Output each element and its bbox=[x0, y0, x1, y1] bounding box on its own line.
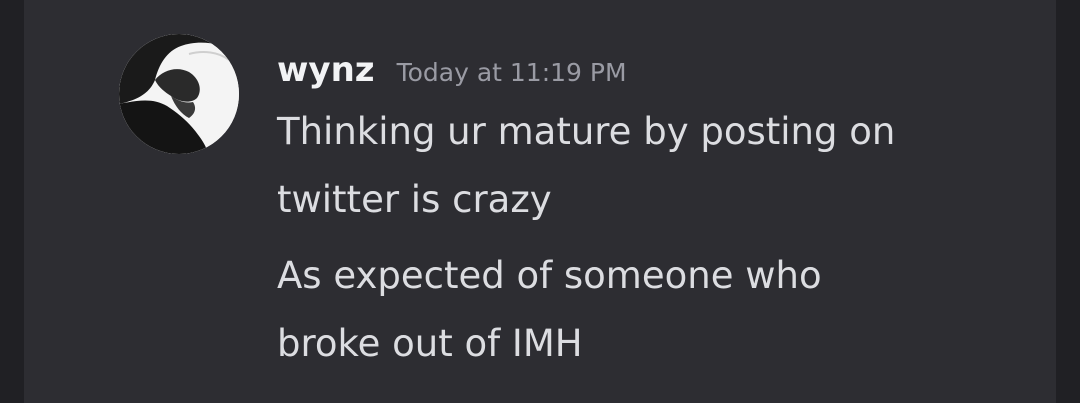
avatar[interactable] bbox=[119, 34, 239, 154]
message-text-line-3: As expected of someone who bbox=[277, 254, 822, 297]
message-text-line-1: Thinking ur mature by posting on bbox=[277, 110, 896, 153]
message-header: wynz Today at 11:19 PM bbox=[277, 50, 627, 94]
timestamp[interactable]: Today at 11:19 PM bbox=[397, 58, 627, 87]
message-group[interactable]: wynz Today at 11:19 PM Thinking ur mature… bbox=[24, 0, 1056, 403]
avatar-image bbox=[119, 34, 239, 154]
message-text-line-4: broke out of IMH bbox=[277, 322, 583, 365]
chat-window: wynz Today at 11:19 PM Thinking ur mature… bbox=[0, 0, 1080, 403]
username[interactable]: wynz bbox=[277, 50, 375, 90]
message-text-line-2: twitter is crazy bbox=[277, 178, 552, 221]
